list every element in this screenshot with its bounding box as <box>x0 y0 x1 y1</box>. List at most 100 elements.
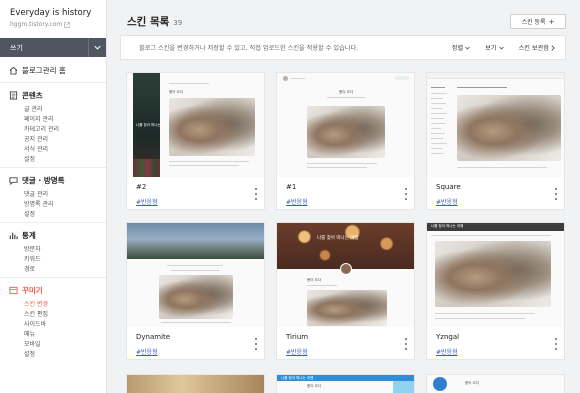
sidebar-item-categories[interactable]: 카테고리 관리 <box>0 124 106 134</box>
sidebar-item-sidebar[interactable]: 사이드바 <box>0 319 106 329</box>
skin-card[interactable]: 나를 찾아 떠나는 여행 봄이 오다 <box>276 374 415 393</box>
divider <box>0 222 106 223</box>
cat-photo <box>457 95 561 161</box>
skin-preview[interactable]: 봄이 오다 <box>427 375 564 393</box>
more-options-icon[interactable] <box>554 188 558 200</box>
write-dropdown-button[interactable] <box>88 38 106 57</box>
thumb-title: 나를 찾아 떠나는 여행 <box>317 236 359 241</box>
more-options-icon[interactable] <box>254 338 258 350</box>
thumb-heading: 봄이 오다 <box>307 278 321 282</box>
skin-preview[interactable] <box>127 223 264 327</box>
register-skin-label: 스킨 등록 <box>521 19 546 26</box>
skin-tag[interactable]: #반응형 <box>136 347 158 356</box>
sidebar-item-home[interactable]: 블로그관리 홈 <box>0 61 106 79</box>
more-options-icon[interactable] <box>404 338 408 350</box>
write-bar: 쓰기 <box>0 38 106 57</box>
sidebar-item-skin-change[interactable]: 스킨 변경 <box>0 299 106 309</box>
thumb-title: 나를 찾아 떠나는 여행 <box>281 375 314 380</box>
external-link-icon <box>64 21 70 28</box>
header-photo <box>127 223 264 259</box>
skin-tag[interactable]: #반응형 <box>436 197 458 206</box>
register-skin-button[interactable]: 스킨 등록 + <box>510 14 566 29</box>
sort-dropdown[interactable]: 정렬 <box>452 43 470 52</box>
skin-card[interactable]: 나를 찾아 떠나는 여행 봄이 오다 Tirium #반응형 <box>276 222 415 360</box>
skin-name: #2 <box>136 183 147 191</box>
sidebar-section-design[interactable]: 꾸미기 <box>0 281 106 299</box>
sidebar-item-keywords[interactable]: 키워드 <box>0 254 106 264</box>
home-icon <box>9 66 18 75</box>
sidebar-item-mobile[interactable]: 모바일 <box>0 339 106 349</box>
skin-preview[interactable] <box>427 73 564 177</box>
sidebar-section-content[interactable]: 콘텐츠 <box>0 86 106 104</box>
skin-preview[interactable]: 나를 찾아 떠나는 여행 <box>427 223 564 327</box>
skin-preview[interactable]: 봄이 오다 <box>277 73 414 177</box>
skin-card[interactable]: Dynamite #반응형 <box>126 222 265 360</box>
blog-url[interactable]: hggm.tistory.com <box>10 21 98 28</box>
sidebar-item-label: 블로그관리 홈 <box>22 66 66 75</box>
blog-url-text: hggm.tistory.com <box>10 21 63 28</box>
thumb-heading: 봄이 오다 <box>169 90 183 94</box>
sidebar-item-comments[interactable]: 댓글 관리 <box>0 189 106 199</box>
sidebar-item-skin-edit[interactable]: 스킨 편집 <box>0 309 106 319</box>
write-button[interactable]: 쓰기 <box>0 38 88 57</box>
sidebar-item-content-settings[interactable]: 설정 <box>0 154 106 164</box>
cat-photo <box>307 106 385 158</box>
cat-photo <box>159 275 233 319</box>
skin-preview[interactable]: 나를 찾아 떠나는 여행 봄이 오다 <box>127 73 264 177</box>
blog-title[interactable]: Everyday is history <box>10 8 98 18</box>
sidebar-section-comments[interactable]: 댓글 · 방명록 <box>0 171 106 189</box>
sidebar-section-stats[interactable]: 통계 <box>0 226 106 244</box>
avatar <box>433 377 447 391</box>
more-options-icon[interactable] <box>404 188 408 200</box>
sidebar-item-visitors[interactable]: 방문자 <box>0 244 106 254</box>
skin-tag[interactable]: #반응형 <box>136 197 158 206</box>
skin-card[interactable]: 나를 찾아 떠나는 여행 Yzngal #반응형 <box>426 222 565 360</box>
sidebar-item-notices[interactable]: 공지 관리 <box>0 134 106 144</box>
chevron-down-icon <box>498 46 504 49</box>
sidebar-item-referrers[interactable]: 경로 <box>0 264 106 274</box>
view-label: 보기 <box>485 45 497 52</box>
view-dropdown[interactable]: 보기 <box>485 43 504 52</box>
sidebar-item-pages[interactable]: 페이지 관리 <box>0 114 106 124</box>
skin-preview[interactable]: 나를 찾아 떠나는 여행 봄이 오다 <box>277 223 414 327</box>
palette-icon <box>9 286 18 295</box>
page-title: 스킨 목록 <box>127 16 170 28</box>
skin-card[interactable] <box>126 374 265 393</box>
sidebar-item-menu[interactable]: 메뉴 <box>0 329 106 339</box>
more-options-icon[interactable] <box>254 188 258 200</box>
skin-card[interactable]: Square #반응형 <box>426 72 565 210</box>
cat-photo <box>435 241 551 307</box>
avatar <box>340 263 352 275</box>
avatar <box>283 76 288 81</box>
skin-name: Tirium <box>286 333 309 341</box>
skin-tag[interactable]: #반응형 <box>286 347 308 356</box>
skin-storage-link[interactable]: 스킨 보관함 <box>519 43 555 52</box>
skin-preview[interactable]: 나를 찾아 떠나는 여행 봄이 오다 <box>277 375 414 393</box>
thumb-heading: 봄이 오다 <box>339 90 353 94</box>
skin-count: 39 <box>173 19 183 27</box>
skin-name: Yzngal <box>436 333 460 341</box>
sidebar-item-design-settings[interactable]: 설정 <box>0 349 106 359</box>
skin-tag[interactable]: #반응형 <box>436 347 458 356</box>
chevron-down-icon <box>465 46 470 49</box>
divider <box>0 167 106 168</box>
skin-card[interactable]: 나를 찾아 떠나는 여행 봄이 오다 #2 #반응형 <box>126 72 265 210</box>
skin-card[interactable]: 봄이 오다 #1 #반응형 <box>276 72 415 210</box>
skin-name: Dynamite <box>136 333 171 341</box>
sidebar-item-posts[interactable]: 글 관리 <box>0 104 106 114</box>
chevron-down-icon <box>94 45 101 50</box>
sidebar-section-label: 꾸미기 <box>22 286 43 295</box>
divider <box>0 82 106 83</box>
comment-icon <box>9 177 18 185</box>
more-options-icon[interactable] <box>554 338 558 350</box>
sidebar-item-guestbook[interactable]: 방명록 관리 <box>0 199 106 209</box>
sidebar-item-templates[interactable]: 서식 관리 <box>0 144 106 154</box>
sort-label: 정렬 <box>451 45 464 52</box>
main-content: 스킨 목록 39 스킨 등록 + 블로그 스킨을 변경하거나 저장할 수 있고,… <box>107 0 580 393</box>
thumb-title: 나를 찾아 떠나는 여행 <box>136 123 169 127</box>
skin-preview[interactable] <box>127 375 264 393</box>
sidebar-item-comment-settings[interactable]: 설정 <box>0 209 106 219</box>
header-photo <box>127 375 264 393</box>
skin-tag[interactable]: #반응형 <box>286 197 308 206</box>
skin-card[interactable]: 봄이 오다 <box>426 374 565 393</box>
